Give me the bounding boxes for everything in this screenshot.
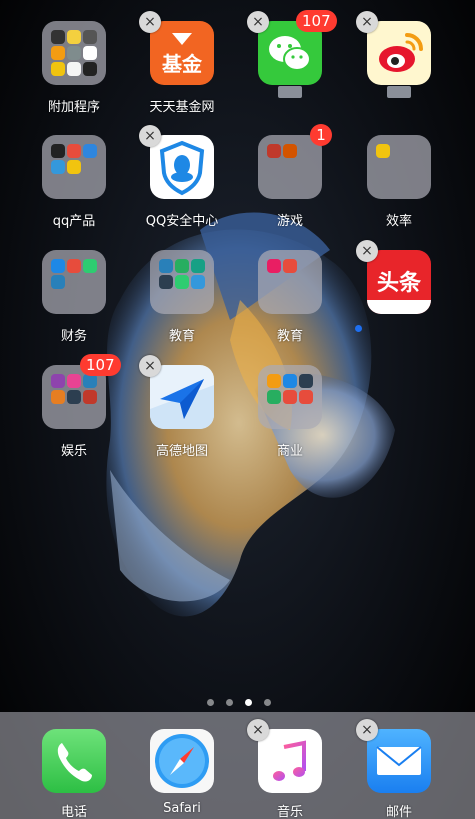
app-label: 娱乐 — [60, 444, 87, 459]
app-label: 天天基金网 — [149, 100, 215, 115]
dock-app-mail[interactable]: × 邮件 — [349, 719, 449, 819]
qq-security-icon — [150, 135, 214, 199]
delete-button[interactable]: × — [356, 719, 378, 741]
folder-icon — [258, 365, 322, 429]
app-label — [278, 86, 302, 98]
folder-icon — [258, 135, 322, 199]
page-dot[interactable] — [207, 699, 214, 706]
toutiao-icon-text: 头条 — [377, 270, 422, 296]
app-label — [387, 86, 411, 98]
dock: 电话 Safari × 音乐 × 邮件 — [0, 712, 475, 819]
delete-button[interactable]: × — [139, 11, 161, 33]
dock-app-music[interactable]: × 音乐 — [240, 719, 340, 819]
app-label: 附加程序 — [47, 100, 100, 115]
safari-icon — [150, 729, 214, 793]
app-label: 游戏 — [276, 214, 303, 229]
app-label: 电话 — [60, 805, 87, 819]
notification-badge: 107 — [80, 354, 121, 376]
weibo-icon — [367, 21, 431, 85]
folder-education-2[interactable]: 教育 — [240, 245, 340, 357]
music-icon — [258, 729, 322, 793]
page-dot[interactable] — [226, 699, 233, 706]
delete-button[interactable]: × — [139, 125, 161, 147]
page-dot[interactable] — [264, 699, 271, 706]
app-label: Safari — [163, 801, 201, 816]
toutiao-icon: 头条 — [367, 250, 431, 314]
app-label: 音乐 — [276, 805, 303, 819]
delete-button[interactable]: × — [356, 11, 378, 33]
new-app-dot — [355, 325, 362, 332]
delete-button[interactable]: × — [139, 355, 161, 377]
home-screen: 附加程序 基金 × 天天基金网 × 107 × qq产品 × QQ安全中心 1 … — [0, 0, 475, 819]
app-qq-security[interactable]: × QQ安全中心 — [132, 125, 232, 242]
notification-badge: 1 — [310, 124, 332, 146]
folder-icon — [367, 135, 431, 199]
app-label: 高德地图 — [155, 444, 208, 459]
folder-qq[interactable]: qq产品 — [24, 130, 124, 242]
folder-business[interactable]: 商业 — [240, 360, 340, 472]
app-label: 财务 — [60, 329, 87, 344]
dock-app-safari[interactable]: Safari — [132, 724, 232, 819]
app-label: 效率 — [385, 214, 412, 229]
folder-icon — [258, 250, 322, 314]
folder-efficiency[interactable]: 效率 — [349, 130, 449, 242]
app-label: 商业 — [276, 444, 303, 459]
folder-icon — [42, 21, 106, 85]
app-label: QQ安全中心 — [145, 214, 219, 229]
folder-icon — [42, 250, 106, 314]
delete-button[interactable]: × — [247, 719, 269, 741]
app-wechat[interactable]: × 107 — [240, 10, 340, 128]
folder-entertainment[interactable]: 107 娱乐 — [24, 354, 124, 472]
app-amap[interactable]: × 高德地图 — [132, 355, 232, 472]
fund-icon: 基金 — [150, 21, 214, 85]
app-label: 教育 — [276, 329, 303, 344]
folder-finance[interactable]: 财务 — [24, 245, 124, 357]
notification-badge: 107 — [296, 10, 337, 32]
app-label: 教育 — [168, 329, 195, 344]
phone-icon — [42, 729, 106, 793]
app-toutiao[interactable]: 头条 × — [349, 240, 449, 357]
app-weibo[interactable]: × — [349, 11, 449, 128]
amap-icon — [150, 365, 214, 429]
app-fund[interactable]: 基金 × 天天基金网 — [132, 11, 232, 128]
dock-app-phone[interactable]: 电话 — [24, 724, 124, 819]
delete-button[interactable]: × — [356, 240, 378, 262]
folder-education-1[interactable]: 教育 — [132, 245, 232, 357]
folder-icon — [42, 135, 106, 199]
app-label: 邮件 — [385, 805, 412, 819]
folder-games[interactable]: 1 游戏 — [240, 124, 340, 242]
page-dot-active[interactable] — [245, 699, 252, 706]
app-label: qq产品 — [52, 214, 96, 229]
mail-icon — [367, 729, 431, 793]
delete-button[interactable]: × — [247, 11, 269, 33]
folder-extras[interactable]: 附加程序 — [24, 16, 124, 128]
folder-icon — [150, 250, 214, 314]
fund-icon-text: 基金 — [162, 52, 203, 76]
